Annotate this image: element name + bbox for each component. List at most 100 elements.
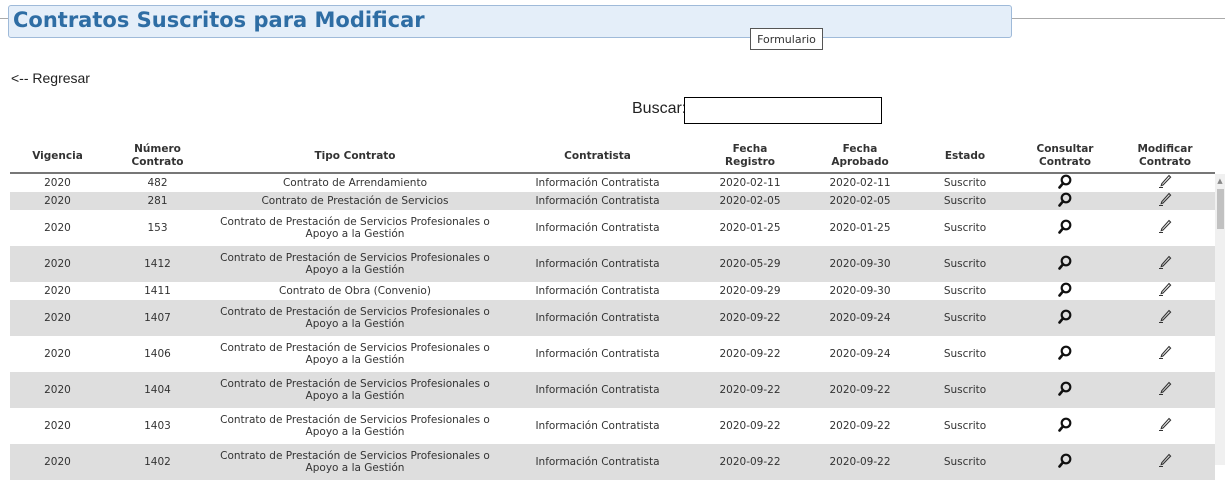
cell-consultar <box>1015 192 1115 210</box>
table-header-row: Vigencia Número Contrato Tipo Contrato Contr… <box>10 140 1215 174</box>
magnifier-icon[interactable] <box>1058 219 1072 237</box>
magnifier-icon[interactable] <box>1058 381 1072 399</box>
cell-modificar <box>1115 173 1215 192</box>
cell-tipo-contrato: Contrato de Prestación de Servicios Prof… <box>210 336 500 372</box>
column-header-line1: Contratista <box>564 149 631 162</box>
cell-tipo-contrato: Contrato de Prestación de Servicios Prof… <box>210 444 500 480</box>
magnifier-icon[interactable] <box>1058 192 1072 210</box>
cell-modificar <box>1115 300 1215 336</box>
cell-contratista: Información Contratista <box>535 348 660 360</box>
magnifier-icon[interactable] <box>1058 255 1072 273</box>
column-header-line2: Registro <box>725 156 775 168</box>
cell-vigencia: 2020 <box>10 300 105 336</box>
column-header-estado: Estado <box>915 140 1015 174</box>
tipo-contrato-text: Contrato de Prestación de Servicios Prof… <box>220 252 490 264</box>
column-header-line1: Estado <box>944 149 986 162</box>
tipo-contrato-text: Contrato de Prestación de Servicios Prof… <box>220 378 490 390</box>
search-label: Buscar: <box>632 100 687 117</box>
cell-consultar <box>1015 444 1115 480</box>
pencil-icon[interactable] <box>1158 255 1172 273</box>
pencil-icon[interactable] <box>1158 192 1172 210</box>
cell-estado: Suscrito <box>915 372 1015 408</box>
cell-consultar <box>1015 210 1115 246</box>
table-row: 2020 1412 Contrato de Prestación de Servic… <box>10 246 1215 282</box>
cell-consultar <box>1015 336 1115 372</box>
tipo-contrato-text-line2: Apoyo a la Gestión <box>305 354 405 366</box>
magnifier-icon[interactable] <box>1058 309 1072 327</box>
pencil-icon[interactable] <box>1158 417 1172 435</box>
cell-vigencia: 2020 <box>10 444 105 480</box>
cell-registro: 2020-09-22 <box>695 444 805 480</box>
table-row: 2020 281 Contrato de Prestación de Servici… <box>10 192 1215 210</box>
pencil-icon[interactable] <box>1158 381 1172 399</box>
cell-vigencia: 2020 <box>10 372 105 408</box>
cell-numero: 482 <box>147 177 168 189</box>
cell-tipo-contrato: Contrato de Arrendamiento <box>210 173 500 192</box>
cell-numero: 1402 <box>105 444 210 480</box>
cell-registro: 2020-02-11 <box>719 177 781 189</box>
cell-numero: 1411 <box>144 285 171 297</box>
tipo-contrato-text-line2: Apoyo a la Gestión <box>305 264 405 276</box>
cell-modificar <box>1115 210 1215 246</box>
cell-numero: 281 <box>105 192 210 210</box>
cell-estado: Suscrito <box>943 285 987 297</box>
cell-contratista: Información Contratista <box>535 285 660 297</box>
cell-consultar <box>1015 372 1115 408</box>
table-row: 2020 1411 Contrato de Obra (Convenio) Infor… <box>10 282 1215 300</box>
contracts-table: Vigencia Número Contrato Tipo Contrato Contr… <box>10 140 1215 480</box>
cell-aprobado: 2020-09-24 <box>829 348 891 360</box>
column-header-modificar-contrato: Modificar Contrato <box>1115 140 1215 174</box>
tipo-contrato-text: Contrato de Obra (Convenio) <box>279 285 431 297</box>
column-header-line2: Contrato <box>1039 156 1091 168</box>
pencil-icon[interactable] <box>1158 453 1172 471</box>
cell-aprobado: 2020-01-25 <box>829 222 891 234</box>
column-header-line1: Fecha <box>842 143 878 155</box>
magnifier-icon[interactable] <box>1058 453 1072 471</box>
cell-registro: 2020-02-05 <box>695 192 805 210</box>
cell-vigencia: 2020 <box>44 177 71 189</box>
cell-numero: 1407 <box>105 300 210 336</box>
cell-modificar <box>1115 246 1215 282</box>
tipo-contrato-text-line2: Apoyo a la Gestión <box>305 390 405 402</box>
cell-numero: 1406 <box>144 348 171 360</box>
cell-tipo-contrato: Contrato de Prestación de Servicios Prof… <box>210 408 500 444</box>
cell-registro: 2020-09-22 <box>719 348 781 360</box>
scrollbar-thumb[interactable] <box>1217 189 1224 229</box>
cell-estado: Suscrito <box>943 420 987 432</box>
cell-numero: 153 <box>147 222 168 234</box>
column-header-line1: Modificar <box>1137 143 1193 155</box>
pencil-icon[interactable] <box>1158 219 1172 237</box>
cell-estado: Suscrito <box>915 192 1015 210</box>
tipo-contrato-text: Contrato de Prestación de Servicios Prof… <box>220 414 490 426</box>
column-header-line1: Consultar <box>1036 143 1094 155</box>
cell-estado: Suscrito <box>915 246 1015 282</box>
table-row: 2020 1407 Contrato de Prestación de Servic… <box>10 300 1215 336</box>
table-row: 2020 1403 Contrato de Prestación de Servic… <box>10 408 1215 444</box>
pencil-icon[interactable] <box>1158 309 1172 327</box>
cell-registro: 2020-05-29 <box>695 246 805 282</box>
cell-vigencia: 2020 <box>44 348 71 360</box>
cell-modificar <box>1115 408 1215 444</box>
magnifier-icon[interactable] <box>1058 345 1072 363</box>
pencil-icon[interactable] <box>1158 345 1172 363</box>
cell-contratista: Información Contratista <box>500 246 695 282</box>
magnifier-icon[interactable] <box>1058 417 1072 435</box>
scroll-up-arrow-icon[interactable]: ▲ <box>1215 177 1225 185</box>
cell-aprobado: 2020-09-22 <box>805 444 915 480</box>
cell-tipo-contrato: Contrato de Prestación de Servicios <box>210 192 500 210</box>
pencil-icon[interactable] <box>1158 174 1172 192</box>
tipo-contrato-text: Contrato de Prestación de Servicios Prof… <box>220 342 490 354</box>
back-link[interactable]: <-- Regresar <box>11 70 90 86</box>
cell-contratista: Información Contratista <box>535 222 660 234</box>
cell-aprobado: 2020-09-24 <box>805 300 915 336</box>
search-input[interactable] <box>684 97 882 124</box>
column-header-line1: Número <box>134 143 181 155</box>
cell-aprobado: 2020-02-11 <box>829 177 891 189</box>
cell-vigencia: 2020 <box>44 222 71 234</box>
cell-registro: 2020-09-22 <box>695 372 805 408</box>
pencil-icon[interactable] <box>1158 282 1172 300</box>
form-tab-button[interactable]: Formulario <box>750 28 823 50</box>
magnifier-icon[interactable] <box>1058 174 1072 192</box>
cell-numero: 1404 <box>105 372 210 408</box>
magnifier-icon[interactable] <box>1058 282 1072 300</box>
